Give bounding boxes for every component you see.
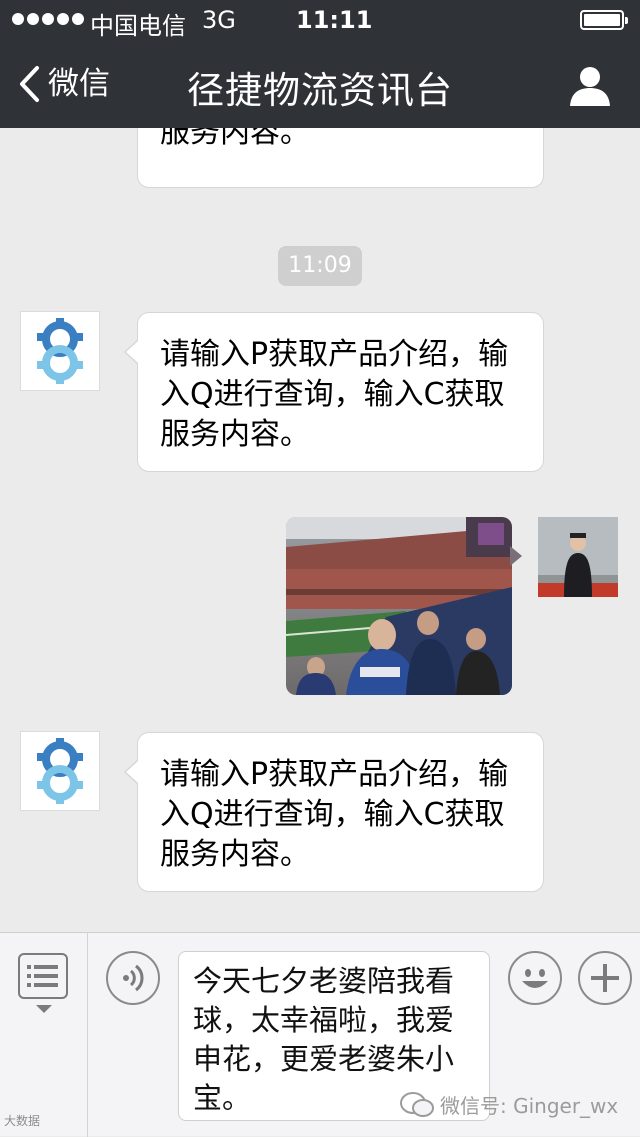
page-title: 径捷物流资讯台	[187, 69, 453, 112]
chat-area[interactable]: 服务内容。 11:09 请输入P获取产品介绍，输 入Q进行查询，输入C获取 服务	[0, 128, 640, 932]
profile-icon	[570, 67, 610, 106]
menu-list-icon	[18, 953, 68, 999]
carrier-name: 中国电信	[90, 12, 186, 40]
message-line: 入Q进行查询，输入C获取	[160, 797, 505, 832]
signal-strength-icon	[12, 13, 84, 25]
plus-icon	[591, 964, 619, 992]
menu-toggle-button[interactable]	[0, 933, 88, 1137]
voice-icon	[123, 964, 144, 992]
timestamp: 11:09	[278, 246, 362, 286]
voice-button[interactable]	[106, 951, 160, 1005]
message-line: 请输入P获取产品介绍，输	[160, 757, 509, 792]
battery-icon	[580, 10, 628, 30]
photo-tail	[510, 546, 522, 566]
status-bar: 中国电信 3G 11:11	[0, 0, 640, 40]
wechat-logo-icon	[400, 1091, 434, 1117]
message-line: 请输入P获取产品介绍，输	[160, 337, 509, 372]
status-time: 11:11	[296, 6, 373, 34]
stadium-photo[interactable]	[286, 517, 512, 695]
message-bubble[interactable]: 请输入P获取产品介绍，输 入Q进行查询，输入C获取 服务内容。	[124, 732, 544, 892]
gear-logo-icon	[37, 738, 83, 804]
message-line: 服务内容。	[160, 837, 310, 872]
stadium-photo-image	[286, 517, 512, 695]
chevron-down-icon	[36, 1005, 52, 1013]
input-line: 今天七夕老婆陪我看	[193, 964, 455, 998]
emoji-icon	[522, 969, 548, 988]
input-line: 球，太幸福啦，我爱	[193, 1003, 455, 1037]
avatar[interactable]	[20, 311, 100, 391]
wechat-id: 微信号: Ginger_wx	[440, 1094, 619, 1118]
watermark: 微信号: Ginger_wx	[400, 1090, 618, 1119]
nav-bar: 微信 径捷物流资讯台	[0, 40, 640, 128]
avatar[interactable]	[538, 517, 618, 597]
message-bubble[interactable]: 服务内容。	[137, 128, 544, 188]
message-line: 服务内容。	[160, 417, 310, 452]
message-text: 服务内容。	[160, 128, 310, 150]
avatar[interactable]	[20, 731, 100, 811]
profile-button[interactable]	[568, 64, 612, 108]
emoji-button[interactable]	[508, 951, 562, 1005]
watermark-left: 大数据	[4, 1114, 41, 1128]
gear-logo-icon	[37, 318, 83, 384]
input-line: 申花，更爱老婆朱小	[193, 1042, 455, 1076]
network-type: 3G	[202, 6, 236, 34]
plus-button[interactable]	[578, 951, 632, 1005]
message-line: 入Q进行查询，输入C获取	[160, 377, 505, 412]
message-bubble[interactable]: 请输入P获取产品介绍，输 入Q进行查询，输入C获取 服务内容。	[124, 312, 544, 472]
